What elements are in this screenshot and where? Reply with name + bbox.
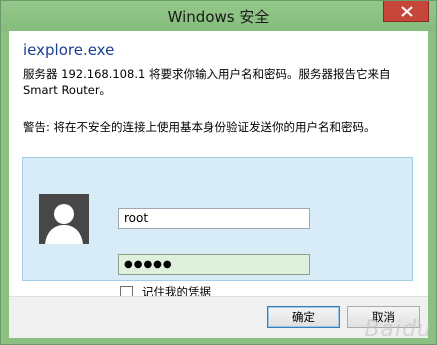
close-button[interactable] <box>383 1 429 22</box>
close-icon <box>401 6 413 17</box>
server-message: 服务器 192.168.108.1 将要求你输入用户名和密码。服务器报告它来自 … <box>23 67 391 97</box>
cancel-button[interactable]: 取消 <box>347 306 420 328</box>
app-name-heading: iexplore.exe <box>23 41 115 59</box>
security-dialog: Windows 安全 iexplore.exe 服务器 192.168.108.… <box>0 0 437 345</box>
username-field[interactable]: root <box>118 208 310 229</box>
security-warning: 警告: 将在不安全的连接上使用基本身份验证发送你的用户名和密码。 <box>23 120 376 134</box>
title-bar[interactable]: Windows 安全 <box>1 1 436 31</box>
window-title: Windows 安全 <box>167 8 270 26</box>
credential-panel: root ●●●●● 记住我的凭据 <box>22 157 413 299</box>
ok-button[interactable]: 确定 <box>267 306 340 328</box>
user-avatar-icon <box>39 194 89 244</box>
button-bar: 确定 取消 <box>9 296 428 338</box>
password-field[interactable]: ●●●●● <box>118 254 310 275</box>
dialog-body: iexplore.exe 服务器 192.168.108.1 将要求你输入用户名… <box>9 31 428 338</box>
